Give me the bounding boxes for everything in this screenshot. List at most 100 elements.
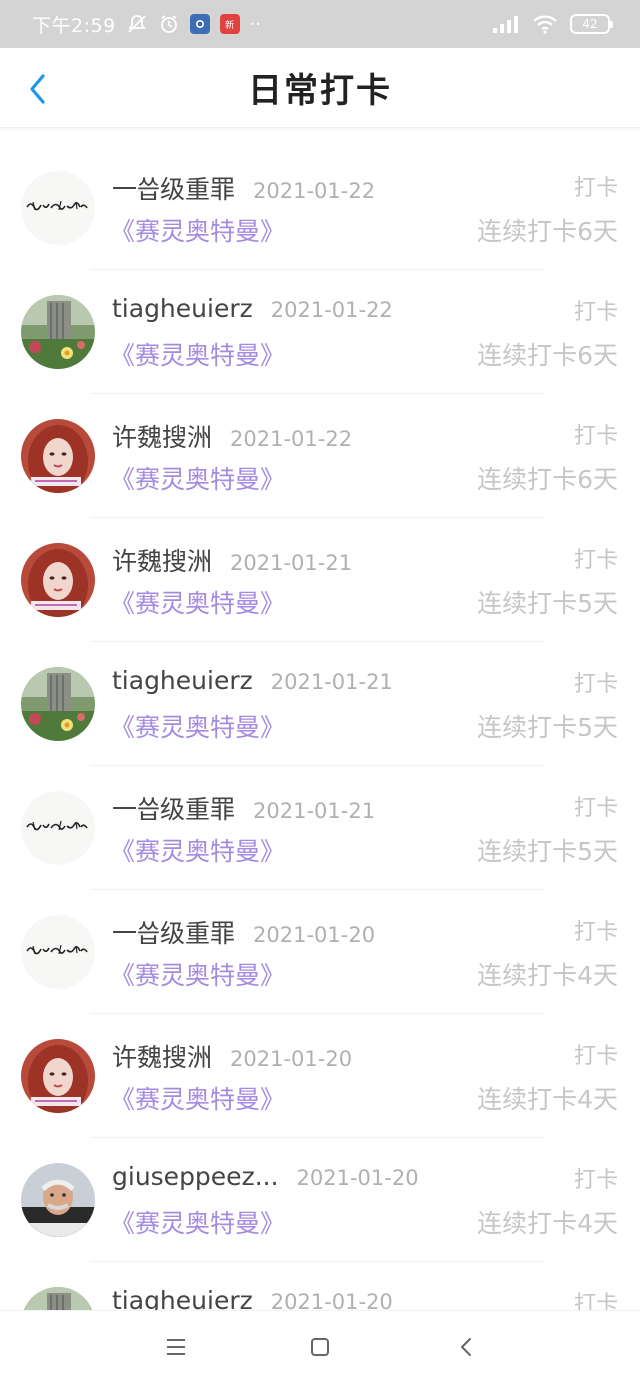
nav-menu-button[interactable] (164, 1337, 188, 1361)
settings-app-icon (189, 14, 210, 34)
book-title-link[interactable]: 《赛灵奥特曼》 (110, 1080, 285, 1116)
name-line: tiagheuierz 2021-01-20 (112, 1286, 393, 1310)
checkin-date: 2021-01-22 (253, 179, 376, 203)
checkin-date: 2021-01-20 (230, 1047, 353, 1071)
avatar[interactable] (21, 915, 95, 989)
checkin-row[interactable]: giuseppeez... 2021-01-20 《赛灵奥特曼》 打卡 连续打卡4天 (0, 1138, 640, 1262)
book-title-link[interactable]: 《赛灵奥特曼》 (110, 460, 285, 496)
mute-icon (126, 13, 148, 35)
checkin-tag: 打卡 (573, 672, 618, 697)
back-button[interactable] (22, 74, 52, 108)
signal-icon (492, 13, 520, 35)
avatar[interactable] (21, 543, 95, 617)
checkin-date: 2021-01-20 (296, 1166, 419, 1190)
news-app-icon: 新 (219, 14, 240, 34)
name-line: giuseppeez... 2021-01-20 (112, 1162, 419, 1191)
streak-count: 连续打卡4天 (477, 961, 618, 990)
username[interactable]: 许魏搜洲 (112, 418, 212, 454)
checkin-tag: 打卡 (573, 796, 618, 821)
status-right: 42 (492, 13, 613, 35)
more-notifications: ·· (249, 13, 262, 35)
checkin-tag: 打卡 (573, 1292, 618, 1310)
checkin-date: 2021-01-21 (253, 799, 376, 823)
checkin-date: 2021-01-21 (230, 551, 353, 575)
streak-count: 连续打卡5天 (477, 589, 618, 618)
avatar[interactable] (21, 667, 95, 741)
streak-count: 连续打卡5天 (477, 837, 618, 866)
name-line: tiagheuierz 2021-01-22 (112, 294, 393, 323)
streak-count: 连续打卡5天 (477, 713, 618, 742)
username[interactable]: 一씁级重罪 (112, 914, 235, 950)
name-line: tiagheuierz 2021-01-21 (112, 666, 393, 695)
checkin-row[interactable]: 一씁级重罪 2021-01-20 《赛灵奥特曼》 打卡连续打卡4天 (0, 890, 640, 1014)
avatar[interactable] (21, 1287, 95, 1310)
checkin-tag: 打卡 (573, 548, 618, 573)
chevron-left-icon (28, 73, 46, 109)
checkin-tag: 打卡 (573, 176, 618, 201)
checkin-row[interactable]: tiagheuierz 2021-01-22 《赛灵奥特曼》 打卡 连续打卡6天 (0, 270, 640, 394)
checkin-row[interactable]: 许魏搜洲 2021-01-20 《赛灵奥特曼》 打卡连续打卡4天 (0, 1014, 640, 1138)
username[interactable]: 许魏搜洲 (112, 1038, 212, 1074)
avatar[interactable] (21, 791, 95, 865)
nav-home-button[interactable] (308, 1337, 332, 1361)
checkin-date: 2021-01-21 (270, 670, 393, 694)
checkin-tag: 打卡 (573, 920, 618, 945)
checkin-row[interactable]: 许魏搜洲 2021-01-22 《赛灵奥特曼》 打卡连续打卡6天 (0, 394, 640, 518)
checkin-date: 2021-01-20 (270, 1290, 393, 1310)
book-title-link[interactable]: 《赛灵奥特曼》 (110, 1204, 285, 1240)
book-title-link[interactable]: 《赛灵奥特曼》 (110, 336, 285, 372)
status-time: 下午2:59 (32, 14, 116, 37)
avatar[interactable] (21, 419, 95, 493)
menu-icon (165, 1337, 187, 1361)
checkin-tag: 打卡 (573, 1168, 618, 1193)
news-app-badge-text: 新 (225, 20, 235, 31)
avatar[interactable] (21, 171, 95, 245)
name-line: 许魏搜洲 2021-01-21 (112, 542, 352, 578)
checkin-date: 2021-01-22 (270, 298, 393, 322)
avatar[interactable] (21, 1163, 95, 1237)
username[interactable]: tiagheuierz (112, 294, 253, 323)
wifi-icon (532, 13, 558, 35)
name-line: 许魏搜洲 2021-01-22 (112, 418, 352, 454)
checkin-row[interactable]: tiagheuierz 2021-01-21 《赛灵奥特曼》 打卡连续打卡5天 (0, 642, 640, 766)
checkin-tag: 打卡 (573, 1044, 618, 1069)
username[interactable]: tiagheuierz (112, 1286, 253, 1310)
checkin-row[interactable]: 一씁级重罪 2021-01-21 《赛灵奥特曼》 打卡连续打卡5天 (0, 766, 640, 890)
page-title: 日常打卡 (248, 71, 392, 111)
book-title-link[interactable]: 《赛灵奥特曼》 (110, 708, 285, 744)
avatar[interactable] (21, 1039, 95, 1113)
battery-level: 42 (582, 17, 598, 31)
checkin-date: 2021-01-22 (230, 427, 353, 451)
checkin-row[interactable]: tiagheuierz2021-01-20《赛灵奥特曼》打卡连续打卡4天 (0, 1262, 640, 1310)
username[interactable]: giuseppeez... (112, 1162, 279, 1191)
nav-back-button[interactable] (454, 1337, 478, 1361)
username[interactable]: 许魏搜洲 (112, 542, 212, 578)
status-left: 下午2:59 新 ·· (32, 11, 492, 38)
checkin-date: 2021-01-20 (253, 923, 376, 947)
checkin-list[interactable]: 一씁级重罪 2021-01-22 《赛灵奥特曼》 打卡 连续打卡6天 tiagheuier… (0, 146, 640, 1310)
username[interactable]: 一씁级重罪 (112, 790, 235, 826)
book-title-link[interactable]: 《赛灵奥特曼》 (110, 832, 285, 868)
book-title-link[interactable]: 《赛灵奥特曼》 (110, 584, 285, 620)
name-line: 一씁级重罪 2021-01-20 (112, 914, 375, 950)
checkin-tag: 打卡 (573, 300, 618, 325)
checkin-row[interactable]: 一씁级重罪 2021-01-22 《赛灵奥特曼》 打卡连续打卡6天 (0, 146, 640, 270)
system-nav-bar (0, 1310, 640, 1387)
battery-indicator: 42 (570, 14, 613, 34)
name-line: 一씁级重罪 2021-01-21 (112, 790, 375, 826)
username[interactable]: 一씁级重罪 (112, 170, 235, 206)
avatar[interactable] (21, 295, 95, 369)
username[interactable]: tiagheuierz (112, 666, 253, 695)
streak-count: 连续打卡6天 (477, 217, 618, 246)
book-title-link[interactable]: 《赛灵奥特曼》 (110, 956, 285, 992)
streak-count: 连续打卡6天 (477, 465, 618, 494)
checkin-tag: 打卡 (573, 424, 618, 449)
home-square-icon (309, 1336, 331, 1362)
streak-count: 连续打卡4天 (477, 1085, 618, 1114)
back-icon (458, 1336, 474, 1362)
checkin-row[interactable]: 许魏搜洲 2021-01-21 《赛灵奥特曼》 打卡连续打卡5天 (0, 518, 640, 642)
alarm-icon (158, 13, 180, 35)
book-title-link[interactable]: 《赛灵奥特曼》 (110, 212, 285, 248)
status-bar: 下午2:59 新 ·· 42 (0, 0, 640, 48)
app-header: 日常打卡 (0, 48, 640, 128)
